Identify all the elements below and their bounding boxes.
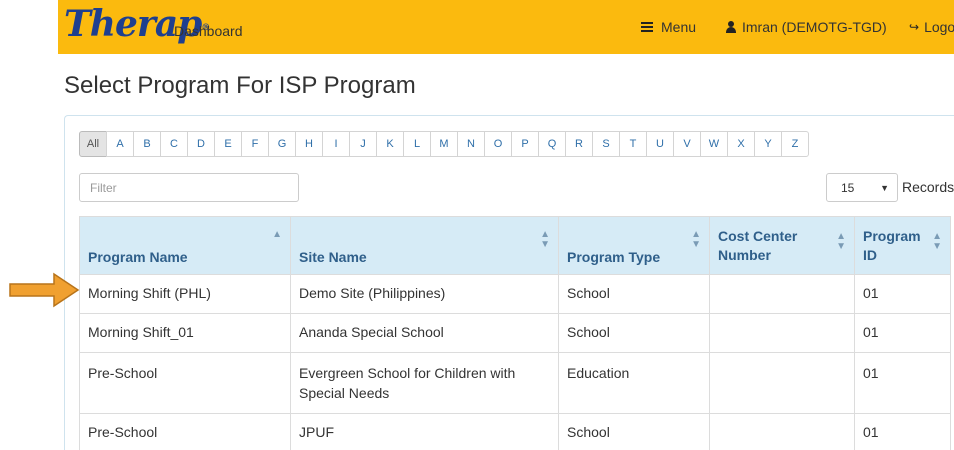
alphabet-filter-y[interactable]: Y <box>754 131 782 157</box>
alphabet-filter-c[interactable]: C <box>160 131 188 157</box>
column-header-site-name[interactable]: ▲ ▼ Site Name <box>290 216 559 275</box>
cell-program-id: 01 <box>854 352 951 414</box>
cell-program-name[interactable]: Pre-School <box>79 413 291 450</box>
cell-program-id: 01 <box>854 313 951 353</box>
alphabet-filter-z[interactable]: Z <box>781 131 809 157</box>
alphabet-filter: All A B C D E F G H I J K L M N O P Q R S T U V W X Y Z <box>79 131 809 157</box>
sort-both-icon: ▲ ▼ <box>836 231 846 252</box>
alphabet-filter-g[interactable]: G <box>268 131 296 157</box>
logout-icon: ↪ <box>909 20 920 34</box>
top-navbar: Therap® Dashboard Menu Imran (DEMOTG-TGD… <box>58 0 954 54</box>
alphabet-filter-h[interactable]: H <box>295 131 323 157</box>
user-label: Imran (DEMOTG-TGD) <box>742 19 887 35</box>
sort-asc-icon: ▲ <box>272 229 282 240</box>
table-row[interactable]: Morning Shift_01 Ananda Special School S… <box>79 313 951 353</box>
alphabet-filter-d[interactable]: D <box>187 131 215 157</box>
dashboard-link[interactable]: Dashboard <box>174 23 243 39</box>
alphabet-filter-v[interactable]: V <box>673 131 701 157</box>
cell-program-type: School <box>558 274 710 314</box>
alphabet-filter-n[interactable]: N <box>457 131 485 157</box>
caret-down-icon: ▼ <box>880 182 889 193</box>
alphabet-filter-f[interactable]: F <box>241 131 269 157</box>
sort-both-icon: ▲ ▼ <box>932 231 942 252</box>
column-header-cost-center-number[interactable]: ▲ ▼ Cost Center Number <box>709 216 855 275</box>
sort-both-icon: ▲ ▼ <box>691 229 701 250</box>
user-icon <box>725 21 737 33</box>
alphabet-filter-u[interactable]: U <box>646 131 674 157</box>
cell-program-id: 01 <box>854 413 951 450</box>
cell-program-type: Education <box>558 352 710 414</box>
cell-program-name[interactable]: Morning Shift (PHL) <box>79 274 291 314</box>
cell-program-name[interactable]: Morning Shift_01 <box>79 313 291 353</box>
cell-program-name[interactable]: Pre-School <box>79 352 291 414</box>
table-row[interactable]: Pre-School JPUF School 01 <box>79 413 951 450</box>
logout-label: Logo <box>924 19 954 35</box>
menu-button[interactable]: Menu <box>641 19 696 35</box>
cell-cost-center <box>709 313 855 353</box>
logout-link[interactable]: ↪ Logo <box>909 19 954 35</box>
alphabet-filter-all[interactable]: All <box>79 131 107 157</box>
records-per-page-select[interactable]: 15 ▼ <box>826 173 898 202</box>
sort-both-icon: ▲ ▼ <box>540 229 550 250</box>
alphabet-filter-q[interactable]: Q <box>538 131 566 157</box>
alphabet-filter-p[interactable]: P <box>511 131 539 157</box>
alphabet-filter-o[interactable]: O <box>484 131 512 157</box>
column-header-program-name[interactable]: ▲ Program Name <box>79 216 291 275</box>
alphabet-filter-e[interactable]: E <box>214 131 242 157</box>
alphabet-filter-b[interactable]: B <box>133 131 161 157</box>
hamburger-icon <box>641 22 653 32</box>
menu-label: Menu <box>661 19 697 35</box>
alphabet-filter-j[interactable]: J <box>349 131 377 157</box>
arrow-right-icon <box>9 272 80 308</box>
cell-program-type: School <box>558 413 710 450</box>
alphabet-filter-m[interactable]: M <box>430 131 458 157</box>
cell-site-name: JPUF <box>290 413 559 450</box>
cell-site-name: Ananda Special School <box>290 313 559 353</box>
column-header-program-id[interactable]: ▲ ▼ Program ID <box>854 216 951 275</box>
table-row[interactable]: Pre-School Evergreen School for Children… <box>79 352 951 414</box>
program-table: ▲ Program Name ▲ ▼ Site Name ▲ ▼ Program T… <box>79 216 951 450</box>
table-header-row: ▲ Program Name ▲ ▼ Site Name ▲ ▼ Program T… <box>79 216 951 275</box>
alphabet-filter-a[interactable]: A <box>106 131 134 157</box>
alphabet-filter-s[interactable]: S <box>592 131 620 157</box>
cell-cost-center <box>709 352 855 414</box>
alphabet-filter-r[interactable]: R <box>565 131 593 157</box>
cell-cost-center <box>709 274 855 314</box>
alphabet-filter-t[interactable]: T <box>619 131 647 157</box>
alphabet-filter-l[interactable]: L <box>403 131 431 157</box>
cell-program-id: 01 <box>854 274 951 314</box>
alphabet-filter-w[interactable]: W <box>700 131 728 157</box>
table-row[interactable]: Morning Shift (PHL) Demo Site (Philippin… <box>79 274 951 314</box>
column-header-program-type[interactable]: ▲ ▼ Program Type <box>558 216 710 275</box>
records-per-page-value: 15 <box>841 180 855 195</box>
alphabet-filter-x[interactable]: X <box>727 131 755 157</box>
cell-program-type: School <box>558 313 710 353</box>
records-label: Records <box>902 179 954 195</box>
cell-site-name: Demo Site (Philippines) <box>290 274 559 314</box>
alphabet-filter-i[interactable]: I <box>322 131 350 157</box>
filter-input[interactable] <box>79 173 299 202</box>
cell-site-name: Evergreen School for Children with Speci… <box>290 352 559 414</box>
page-title: Select Program For ISP Program <box>64 72 416 99</box>
alphabet-filter-k[interactable]: K <box>376 131 404 157</box>
user-menu[interactable]: Imran (DEMOTG-TGD) <box>725 19 887 35</box>
cell-cost-center <box>709 413 855 450</box>
